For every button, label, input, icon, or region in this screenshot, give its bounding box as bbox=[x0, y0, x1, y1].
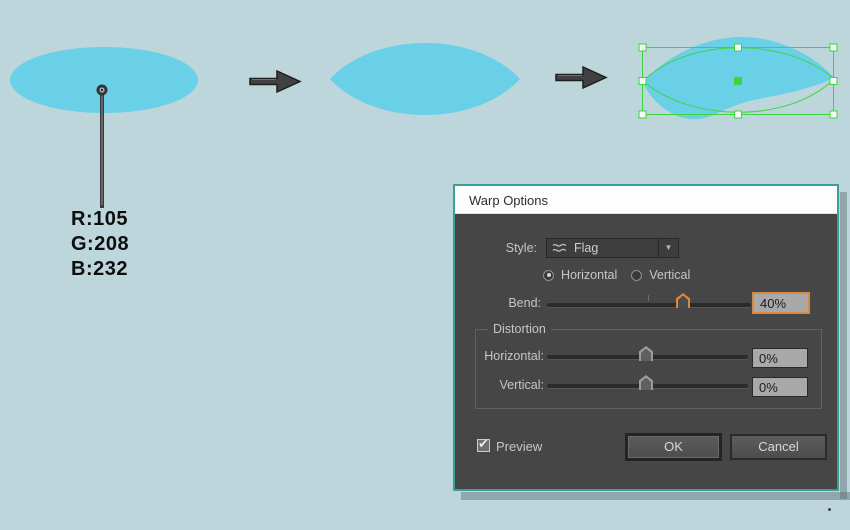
lens-shape[interactable] bbox=[330, 43, 520, 115]
bend-slider-track[interactable] bbox=[547, 303, 751, 307]
bend-slider-thumb[interactable] bbox=[676, 293, 690, 308]
flag-icon bbox=[552, 243, 567, 252]
preview-checkbox[interactable]: ✔ bbox=[477, 436, 490, 452]
chevron-down-icon[interactable]: ▼ bbox=[659, 239, 678, 257]
arrow-right-icon bbox=[555, 65, 608, 90]
stray-dot bbox=[828, 508, 831, 511]
warped-lens-selected[interactable] bbox=[638, 36, 838, 120]
radio-horizontal[interactable] bbox=[543, 269, 554, 281]
dialog-titlebar[interactable]: Warp Options bbox=[455, 186, 837, 214]
rgb-annotation: R:105 G:208 B:232 bbox=[71, 207, 129, 282]
arrow-right-icon bbox=[249, 69, 302, 94]
radio-horizontal-label: Horizontal bbox=[561, 268, 618, 282]
distortion-group bbox=[475, 329, 822, 409]
radio-vertical-label: Vertical bbox=[649, 268, 691, 282]
dialog-shadow bbox=[840, 192, 847, 499]
distortion-horizontal-value-field[interactable]: 0% bbox=[752, 348, 808, 368]
distortion-horizontal-label: Horizontal: bbox=[484, 349, 544, 363]
bend-value-field[interactable]: 40% bbox=[752, 292, 810, 314]
bend-label: Bend: bbox=[508, 296, 541, 310]
ok-button[interactable]: OK bbox=[625, 433, 722, 461]
style-value: Flag bbox=[574, 241, 599, 255]
preview-label: Preview bbox=[496, 439, 543, 454]
rgb-b-value: B:232 bbox=[71, 258, 128, 280]
warp-options-dialog: Warp Options Style: Flag ▼ Horizontal Ve… bbox=[453, 184, 839, 491]
rgb-r-value: R:105 bbox=[71, 208, 128, 230]
distortion-legend: Distortion bbox=[488, 322, 551, 336]
style-dropdown[interactable]: Flag ▼ bbox=[546, 238, 679, 258]
orientation-radio-group: Horizontal Vertical bbox=[543, 268, 704, 282]
style-label: Style: bbox=[505, 241, 537, 255]
tutorial-canvas: R:105 G:208 B:232 Warp Options Style: Fl… bbox=[0, 0, 850, 530]
bend-zero-tick bbox=[648, 295, 649, 301]
check-icon: ✔ bbox=[478, 436, 489, 451]
cancel-button[interactable]: Cancel bbox=[730, 434, 827, 460]
distortion-vertical-label: Vertical: bbox=[499, 378, 544, 392]
distortion-vertical-value-field[interactable]: 0% bbox=[752, 377, 808, 397]
selection-center-point[interactable] bbox=[734, 77, 742, 85]
radio-vertical[interactable] bbox=[631, 269, 643, 281]
dialog-title: Warp Options bbox=[469, 193, 548, 208]
dialog-shadow bbox=[461, 492, 850, 500]
rgb-g-value: G:208 bbox=[71, 233, 130, 255]
